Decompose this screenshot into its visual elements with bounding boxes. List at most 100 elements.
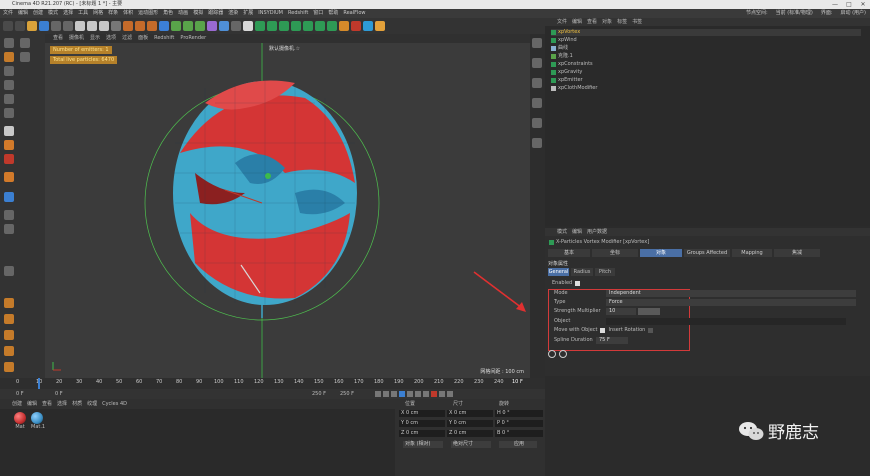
render-picture-icon[interactable] <box>135 21 145 31</box>
prev-key-icon[interactable] <box>383 391 389 397</box>
prev-frame-icon[interactable] <box>391 391 397 397</box>
menu-create[interactable]: 创建 <box>33 9 43 18</box>
object-link-field[interactable] <box>606 318 846 325</box>
om-menu-edit[interactable]: 编辑 <box>572 18 582 26</box>
object-row[interactable]: xpGravity <box>551 69 582 76</box>
redo-icon[interactable] <box>15 21 25 31</box>
go-end-icon[interactable] <box>423 391 429 397</box>
viewport-snap-icon[interactable] <box>532 118 542 128</box>
viewport-orbit-icon[interactable] <box>532 98 542 108</box>
mat-menu-create[interactable]: 创建 <box>12 399 22 409</box>
object-row[interactable]: 克隆.1 <box>551 53 573 60</box>
xp-modifier-icon[interactable] <box>279 21 289 31</box>
keyframe-icon[interactable] <box>447 391 453 397</box>
tweak-mode-icon[interactable] <box>4 140 14 150</box>
solo-icon[interactable] <box>4 192 14 202</box>
viewport-lock-icon[interactable] <box>532 138 542 148</box>
timeline-ruler[interactable]: 0 10 20 30 40 50 60 70 80 90 100 110 120… <box>0 378 545 389</box>
minimize-button[interactable]: — <box>828 0 842 9</box>
xp-cache-icon[interactable] <box>315 21 325 31</box>
mesh-check-icon[interactable] <box>4 362 14 372</box>
insert-rotation-checkbox[interactable] <box>648 327 654 333</box>
pos-y-field[interactable]: Y 0 cm <box>399 420 445 427</box>
am-menu-userdata[interactable]: 用户数据 <box>587 228 607 236</box>
xp-help-icon[interactable] <box>548 350 556 358</box>
camera-icon[interactable] <box>231 21 241 31</box>
vp-menu-prorender[interactable]: ProRender <box>180 34 206 43</box>
size-y-field[interactable]: Y 0 cm <box>447 420 493 427</box>
z-axis-icon[interactable] <box>99 21 109 31</box>
subtab-general[interactable]: General <box>548 268 569 276</box>
am-menu-mode[interactable]: 模式 <box>557 228 567 236</box>
rot-b-field[interactable]: B 0 ° <box>495 430 543 437</box>
tab-falloff[interactable]: 焦减 <box>774 249 820 257</box>
om-menu-object[interactable]: 对象 <box>602 18 612 26</box>
mode-select[interactable]: Independent <box>606 290 856 297</box>
tab-object[interactable]: 对象 <box>640 249 682 257</box>
tab-basic[interactable]: 基本 <box>548 249 590 257</box>
spline-duration-input[interactable]: 75 F <box>596 337 628 344</box>
menu-volume[interactable]: 体积 <box>123 9 133 18</box>
menu-extensions[interactable]: 扩展 <box>243 9 253 18</box>
subdivision-icon[interactable] <box>183 21 193 31</box>
material-swatch[interactable]: Mat.1 <box>31 412 45 430</box>
axis-mode-icon[interactable] <box>4 126 14 136</box>
vp-menu-panel[interactable]: 面板 <box>138 34 148 43</box>
object-row[interactable]: xpEmitter <box>551 77 583 84</box>
type-select[interactable]: Force <box>606 299 856 306</box>
tab-mapping[interactable]: Mapping <box>732 249 772 257</box>
vp-menu-display[interactable]: 显示 <box>90 34 100 43</box>
select-tool-icon[interactable] <box>27 21 37 31</box>
pos-z-field[interactable]: Z 0 cm <box>399 430 445 437</box>
object-row[interactable]: xpVortex <box>551 29 861 36</box>
preview-start-field[interactable]: 0 F <box>55 389 63 399</box>
subtab-radius[interactable]: Radius <box>571 268 593 276</box>
om-menu-bookmarks[interactable]: 书签 <box>632 18 642 26</box>
realflow-icon[interactable] <box>363 21 373 31</box>
coord-system-icon[interactable] <box>111 21 121 31</box>
bend-deformer-icon[interactable] <box>207 21 217 31</box>
rotate-tool-icon[interactable] <box>63 21 73 31</box>
next-key-icon[interactable] <box>415 391 421 397</box>
viewport-maximize-icon[interactable] <box>532 38 542 48</box>
apply-button[interactable]: 应用 <box>499 441 537 448</box>
object-row[interactable]: 曲线 <box>551 45 568 52</box>
om-menu-file[interactable]: 文件 <box>557 18 567 26</box>
pos-x-field[interactable]: X 0 cm <box>399 410 445 417</box>
brush-icon[interactable] <box>4 298 14 308</box>
vp-menu-view[interactable]: 查看 <box>53 34 63 43</box>
mat-menu-material[interactable]: 材质 <box>72 399 82 409</box>
menu-file[interactable]: 文件 <box>3 9 13 18</box>
object-row[interactable]: xpClothModifier <box>551 85 597 92</box>
xp-question-icon[interactable] <box>291 21 301 31</box>
undo-icon[interactable] <box>3 21 13 31</box>
om-menu-tags[interactable]: 标签 <box>617 18 627 26</box>
mat-menu-edit[interactable]: 编辑 <box>27 399 37 409</box>
play-icon[interactable] <box>399 391 405 397</box>
playhead[interactable] <box>38 378 40 389</box>
floor-icon[interactable] <box>219 21 229 31</box>
vp-menu-options[interactable]: 选项 <box>106 34 116 43</box>
move-tool-icon[interactable] <box>39 21 49 31</box>
pen-icon[interactable] <box>171 21 181 31</box>
3d-viewport[interactable]: 默认摄像机.☆ Number of emitters: 1 Total live… <box>45 43 530 378</box>
xp-open-icon[interactable] <box>327 21 337 31</box>
vp-menu-cameras[interactable]: 摄像机 <box>69 34 84 43</box>
menu-spline[interactable]: 样条 <box>108 9 118 18</box>
redshift-icon[interactable] <box>351 21 361 31</box>
edges-mode-icon[interactable] <box>4 94 14 104</box>
lock-workplane-icon[interactable] <box>4 210 14 220</box>
layout-select[interactable]: 启动 (用户) <box>841 9 867 18</box>
tab-groups-affected[interactable]: Groups Affected <box>684 249 730 257</box>
y-axis-icon[interactable] <box>87 21 97 31</box>
mat-menu-texture[interactable]: 纹理 <box>87 399 97 409</box>
texture-mode-icon[interactable] <box>4 66 14 76</box>
menu-realflow[interactable]: RealFlow <box>343 9 365 18</box>
menu-render[interactable]: 渲染 <box>228 9 238 18</box>
mat-menu-cycles[interactable]: Cycles 4D <box>102 399 127 409</box>
uv-icon[interactable] <box>4 346 14 356</box>
material-swatch[interactable]: Mat <box>14 412 26 430</box>
record-icon[interactable] <box>431 391 437 397</box>
strength-input[interactable]: 10 <box>606 308 636 315</box>
end-frame-field[interactable]: 250 F <box>340 389 354 399</box>
